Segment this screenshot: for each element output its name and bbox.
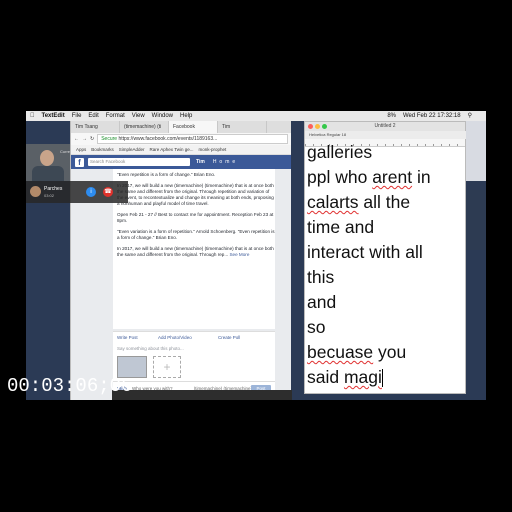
facebook-logo-icon[interactable]: f <box>75 157 84 167</box>
add-photo-tab[interactable]: Add Photo/Video <box>158 335 192 340</box>
composer-input[interactable]: Say something about this photo... <box>117 346 184 351</box>
tab-tim-tsang[interactable]: Tim Tsang <box>71 121 120 133</box>
text-line: said magi <box>307 365 463 390</box>
facebook-search-input[interactable]: Search Facebook <box>88 158 190 166</box>
call-overlay: Parches 03:02 i ☎ <box>26 181 128 203</box>
line-text: you <box>373 342 407 362</box>
reload-icon[interactable]: ↻ <box>90 136 94 142</box>
misspelled-word[interactable]: becuase <box>307 342 373 362</box>
misspelled-word[interactable]: calarts <box>307 192 359 212</box>
minimize-icon[interactable] <box>315 124 320 129</box>
menu-edit[interactable]: Edit <box>88 111 98 121</box>
misspelled-word[interactable]: arent <box>372 167 412 187</box>
person-head <box>40 150 54 166</box>
text-line: galleries <box>307 140 463 165</box>
bookmark-simpleadder[interactable]: SimpleAdder <box>119 145 145 154</box>
zoom-icon[interactable] <box>322 124 327 129</box>
text-line: time and <box>307 215 463 240</box>
textedit-window: Untitled 2 Helvetica Regular 18 gallerie… <box>304 121 469 394</box>
line-text: in <box>412 167 431 187</box>
line-text: interact with all <box>307 242 423 262</box>
composer: Write Post Add Photo/Video Create Poll S… <box>113 331 275 382</box>
bookmark-aphex[interactable]: Rare Aphex Twin ge... <box>150 145 194 154</box>
line-text: said <box>307 367 344 387</box>
line-text: galleries <box>307 142 373 162</box>
caller-name: Parches <box>44 186 63 192</box>
post-paragraph: In 2017, we will build a new (timemachin… <box>117 183 274 206</box>
text-line: interact with all <box>307 240 463 265</box>
battery-label[interactable]: 8% <box>387 111 396 121</box>
create-poll-tab[interactable]: Create Poll <box>218 335 240 340</box>
text-line: ppl who arent in <box>307 165 463 190</box>
menu-window[interactable]: Window <box>152 111 173 121</box>
line-text: ppl who <box>307 167 373 187</box>
post-paragraph: "Even variation is a form of repetition.… <box>117 229 275 240</box>
tab-facebook[interactable]: Facebook <box>169 121 218 133</box>
bookmark-bookmarks[interactable]: Bookmarks <box>91 145 114 154</box>
close-icon[interactable] <box>308 124 313 129</box>
clock[interactable]: Wed Feb 22 17:32:18 <box>403 111 461 121</box>
avatar <box>30 186 41 197</box>
post-paragraph: Open Feb 21 - 27 // Best to contact me f… <box>117 212 274 223</box>
menu-help[interactable]: Help <box>180 111 192 121</box>
event-post: "Even repetition is a form of change." B… <box>113 169 275 329</box>
call-duration: 03:02 <box>44 193 55 198</box>
tab-tim[interactable]: Tim <box>218 121 267 133</box>
desktop-thumbnail[interactable] <box>466 190 486 250</box>
url-text: https://www.facebook.com/events/1189163.… <box>118 136 218 142</box>
facebook-user[interactable]: Tim <box>196 159 205 165</box>
facebook-header: f Search Facebook Tim Home <box>71 155 291 169</box>
menu-file[interactable]: File <box>72 111 82 121</box>
line-text: and <box>307 292 337 312</box>
bookmarks-bar: Apps Bookmarks SimpleAdder Rare Aphex Tw… <box>71 145 291 155</box>
secure-label: Secure <box>101 136 118 142</box>
info-icon[interactable]: i <box>86 187 96 197</box>
line-text: time and <box>307 217 375 237</box>
video-timecode: 00:03:06;06 <box>7 375 133 397</box>
text-cursor <box>381 369 383 388</box>
chrome-window: Tim Tsang (timemachine) (ti Facebook Tim… <box>70 121 291 400</box>
tab-timemachine[interactable]: (timemachine) (ti <box>120 121 169 133</box>
post-paragraph: "Even repetition is a form of change." B… <box>117 172 216 177</box>
address-bar: ← → ↻ Secure https://www.facebook.com/ev… <box>71 133 291 145</box>
menubar-app-name[interactable]: TextEdit <box>42 111 65 121</box>
misspelled-word[interactable]: magi <box>344 367 382 387</box>
format-toolbar[interactable]: Helvetica Regular 18 <box>305 131 469 139</box>
text-line: so <box>307 315 463 340</box>
mac-menubar:  TextEdit File Edit Format View Window … <box>26 111 486 121</box>
line-text: this <box>307 267 335 287</box>
menu-view[interactable]: View <box>132 111 145 121</box>
write-post-tab[interactable]: Write Post <box>117 335 138 340</box>
post-paragraph: In 2017, we will build a new (timemachin… <box>117 246 275 258</box>
apple-icon[interactable]:  <box>30 111 35 121</box>
bookmark-apps[interactable]: Apps <box>76 145 86 154</box>
textedit-titlebar: Untitled 2 <box>305 122 465 131</box>
facebook-content: "Even repetition is a form of change." B… <box>71 169 291 400</box>
desktop-thumbnail[interactable] <box>466 121 486 181</box>
text-line: calarts all the <box>307 190 463 215</box>
person-body <box>32 166 64 181</box>
text-line: this <box>307 265 463 290</box>
tab-bar: Tim Tsang (timemachine) (ti Facebook Tim <box>71 121 291 133</box>
hang-up-button[interactable]: ☎ <box>103 187 113 197</box>
text-line: becuase you <box>307 340 463 365</box>
back-icon[interactable]: ← <box>74 136 79 142</box>
search-icon[interactable]: ⚲ <box>468 111 472 121</box>
bookmark-monk[interactable]: monk-prophet <box>199 145 227 154</box>
text-line: and <box>307 290 463 315</box>
chat-dock <box>112 390 292 400</box>
line-text: all the <box>358 192 411 212</box>
line-text: so <box>307 317 326 337</box>
post-paragraph-text: In 2017, we will build a new (timemachin… <box>117 246 274 257</box>
add-photo-button[interactable]: + <box>153 356 181 378</box>
menu-format[interactable]: Format <box>106 111 125 121</box>
document-text[interactable]: galleries ppl who arent in calarts all t… <box>307 142 463 392</box>
url-field[interactable]: Secure https://www.facebook.com/events/1… <box>97 134 288 144</box>
forward-icon[interactable]: → <box>82 136 87 142</box>
facebook-home-link[interactable]: Home <box>213 159 238 165</box>
see-more-link[interactable]: See More <box>229 252 249 257</box>
textedit-title: Untitled 2 <box>374 123 396 129</box>
